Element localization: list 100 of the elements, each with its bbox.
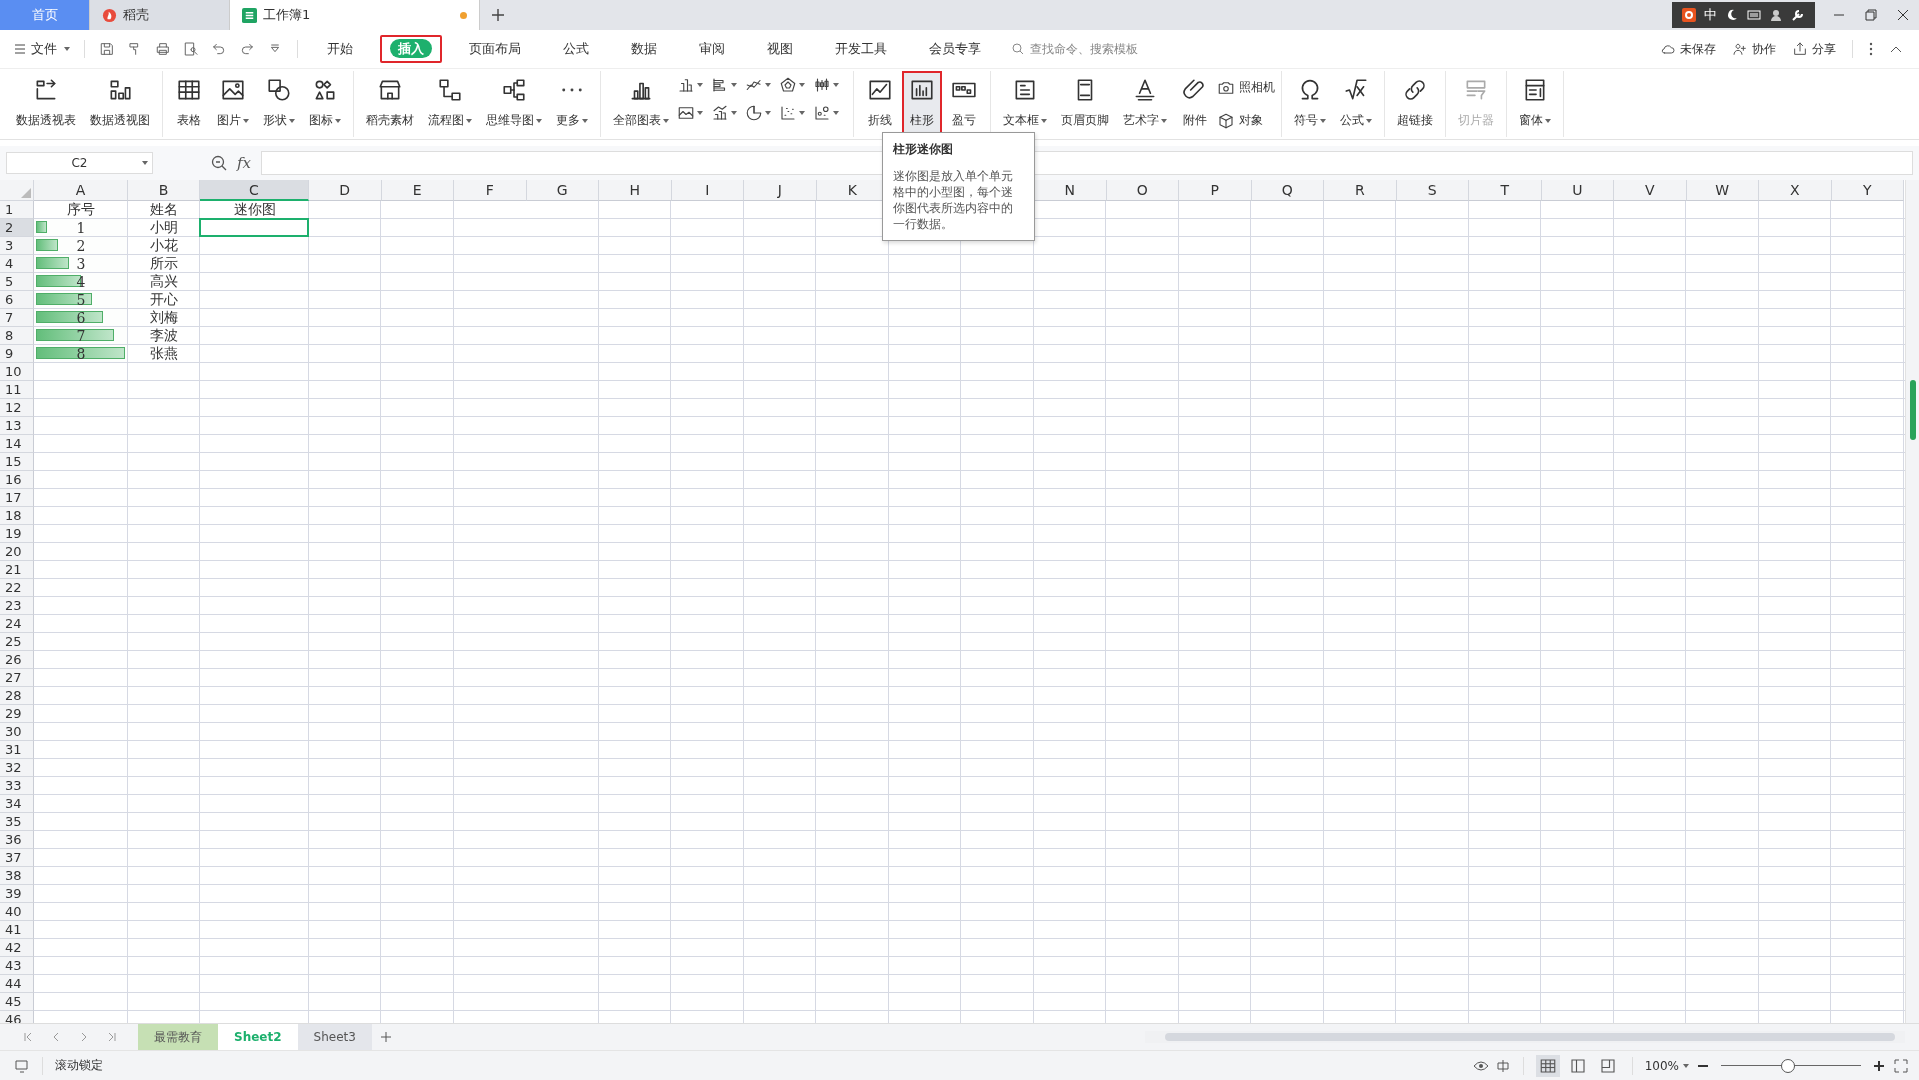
ribbon-tab[interactable]: 审阅: [684, 35, 740, 63]
column-header[interactable]: R: [1324, 180, 1397, 201]
ribbon-button[interactable]: 数据透视表: [10, 71, 82, 137]
column-header[interactable]: G: [526, 180, 599, 201]
crosshair-icon[interactable]: [1494, 1057, 1511, 1074]
column-header[interactable]: N: [1034, 180, 1107, 201]
more-options-icon[interactable]: [1869, 42, 1873, 56]
row-number[interactable]: 38: [0, 867, 34, 885]
column-header[interactable]: A: [34, 180, 128, 201]
row-number[interactable]: 13: [0, 417, 34, 435]
row-number[interactable]: 43: [0, 957, 34, 975]
row-number[interactable]: 22: [0, 579, 34, 597]
function-label[interactable]: fx: [237, 154, 251, 172]
vertical-scrollbar[interactable]: [1905, 180, 1919, 1023]
ribbon-button[interactable]: 附件: [1175, 71, 1215, 137]
column-header[interactable]: W: [1686, 180, 1759, 201]
ribbon-tab[interactable]: 会员专享: [914, 35, 996, 63]
chart-type-button[interactable]: [745, 104, 773, 122]
ribbon-button[interactable]: 对象: [1217, 111, 1275, 130]
row-number[interactable]: 14: [0, 435, 34, 453]
name-box[interactable]: C2: [6, 152, 153, 174]
row-number[interactable]: 42: [0, 939, 34, 957]
column-header[interactable]: J: [744, 180, 817, 201]
slider-thumb[interactable]: [1781, 1058, 1796, 1073]
column-header[interactable]: V: [1614, 180, 1687, 201]
restore-icon[interactable]: [1865, 9, 1877, 21]
column-header[interactable]: X: [1759, 180, 1832, 201]
ribbon-button[interactable]: 更多: [550, 71, 594, 137]
collaborate-button[interactable]: 协作: [1732, 40, 1776, 58]
ribbon-button[interactable]: 折线: [860, 71, 900, 137]
column-header[interactable]: I: [671, 180, 744, 201]
row-number[interactable]: 29: [0, 705, 34, 723]
chart-type-button[interactable]: [779, 76, 807, 94]
column-header[interactable]: P: [1179, 180, 1252, 201]
zoom-dropdown[interactable]: 100%: [1644, 1058, 1689, 1073]
selected-cell[interactable]: [199, 218, 309, 237]
ribbon-button[interactable]: 页眉页脚: [1055, 71, 1115, 137]
chart-type-button[interactable]: [779, 104, 807, 122]
zoom-icon[interactable]: [211, 155, 227, 171]
chart-type-button[interactable]: [677, 76, 705, 94]
row-number[interactable]: 3: [0, 237, 34, 255]
column-header[interactable]: E: [381, 180, 454, 201]
document-tab[interactable]: 工作簿1: [230, 0, 480, 30]
column-header[interactable]: D: [309, 180, 382, 201]
close-icon[interactable]: [1897, 9, 1909, 21]
row-number[interactable]: 26: [0, 651, 34, 669]
row-number[interactable]: 17: [0, 489, 34, 507]
column-header[interactable]: F: [454, 180, 527, 201]
last-sheet-icon[interactable]: [106, 1031, 118, 1043]
ribbon-button[interactable]: 形状: [257, 71, 301, 137]
row-number[interactable]: 11: [0, 381, 34, 399]
first-sheet-icon[interactable]: [22, 1031, 34, 1043]
save-status-button[interactable]: 未保存: [1660, 40, 1716, 58]
row-number[interactable]: 6: [0, 291, 34, 309]
ribbon-button[interactable]: 数据透视图: [84, 71, 156, 137]
row-number[interactable]: 24: [0, 615, 34, 633]
share-button[interactable]: 分享: [1792, 40, 1836, 58]
ribbon-button[interactable]: 窗体: [1513, 71, 1557, 137]
ribbon-tab[interactable]: 视图: [752, 35, 808, 63]
row-number[interactable]: 8: [0, 327, 34, 345]
column-header[interactable]: Q: [1251, 180, 1324, 201]
row-number[interactable]: 23: [0, 597, 34, 615]
ribbon-button[interactable]: 全部图表: [607, 71, 675, 137]
column-header[interactable]: Y: [1831, 180, 1904, 201]
column-header[interactable]: B: [128, 180, 200, 201]
chart-type-button[interactable]: [813, 76, 841, 94]
row-number[interactable]: 5: [0, 273, 34, 291]
row-number[interactable]: 35: [0, 813, 34, 831]
ribbon-tab[interactable]: 页面布局: [454, 35, 536, 63]
column-header[interactable]: H: [599, 180, 672, 201]
new-tab-icon[interactable]: [492, 9, 504, 21]
ribbon-button[interactable]: 文本框: [997, 71, 1053, 137]
row-number[interactable]: 37: [0, 849, 34, 867]
ribbon-button[interactable]: 公式: [1334, 71, 1378, 137]
row-number[interactable]: 1: [0, 201, 34, 219]
ribbon-tab[interactable]: 开始: [312, 35, 368, 63]
row-number[interactable]: 34: [0, 795, 34, 813]
document-tab[interactable]: 稻壳: [90, 0, 230, 30]
ribbon-button[interactable]: 表格: [169, 71, 209, 137]
column-header[interactable]: C: [200, 180, 309, 201]
column-header[interactable]: S: [1396, 180, 1469, 201]
ribbon-tab[interactable]: 公式: [548, 35, 604, 63]
ribbon-button[interactable]: 思维导图: [480, 71, 548, 137]
row-number[interactable]: 7: [0, 309, 34, 327]
ribbon-button[interactable]: 超链接: [1391, 71, 1439, 137]
chart-type-button[interactable]: [711, 104, 739, 122]
row-number[interactable]: 18: [0, 507, 34, 525]
row-number[interactable]: 10: [0, 363, 34, 381]
sheet-tab[interactable]: 最需教育: [138, 1024, 218, 1050]
row-number[interactable]: 31: [0, 741, 34, 759]
chart-type-button[interactable]: [677, 104, 705, 122]
row-number[interactable]: 27: [0, 669, 34, 687]
row-number[interactable]: 21: [0, 561, 34, 579]
column-header[interactable]: O: [1106, 180, 1179, 201]
row-number[interactable]: 45: [0, 993, 34, 1011]
row-number[interactable]: 20: [0, 543, 34, 561]
chart-type-button[interactable]: [711, 76, 739, 94]
row-number[interactable]: 30: [0, 723, 34, 741]
file-menu[interactable]: 文件: [10, 40, 74, 58]
add-sheet-icon[interactable]: [379, 1031, 392, 1043]
